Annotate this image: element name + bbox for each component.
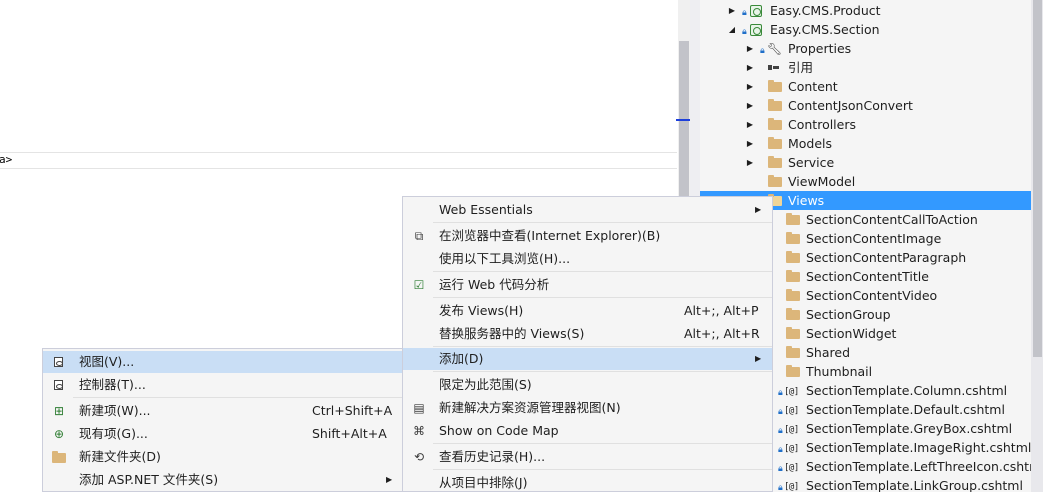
references-icon — [768, 65, 779, 70]
menu-item-view-history[interactable]: ⟲ 查看历史记录(H)... — [403, 446, 772, 468]
code-map-icon: ⌘ — [413, 424, 425, 438]
expand-arrow-icon[interactable]: ▶ — [745, 153, 755, 172]
browser-icon: ⧉ — [414, 229, 424, 243]
menu-item-add[interactable]: 添加(D) ▶ — [403, 348, 772, 370]
folder-icon — [768, 175, 782, 187]
history-icon: ⟲ — [413, 450, 425, 464]
menu-item-exclude-from-project[interactable]: 从项目中排除(J) — [403, 472, 772, 491]
tree-item-folder[interactable]: ▶ Models — [700, 134, 1031, 153]
new-item-icon: ⊞ — [53, 404, 65, 418]
tree-item-project[interactable]: ▶ 🔒︎ Easy.CMS.Product — [700, 1, 1031, 20]
folder-icon — [768, 99, 782, 111]
menu-separator — [433, 222, 772, 223]
menu-item-run-code-analysis[interactable]: ☑ 运行 Web 代码分析 — [403, 274, 772, 296]
folder-icon — [786, 251, 800, 263]
folder-icon — [768, 80, 782, 92]
tree-item-folder[interactable]: ▶ Content — [700, 77, 1031, 96]
collapse-arrow-icon[interactable]: ◢ — [727, 20, 737, 39]
folder-icon — [786, 346, 800, 358]
menu-separator — [433, 371, 772, 372]
folder-icon — [768, 137, 782, 149]
folder-icon — [786, 232, 800, 244]
menu-item-web-essentials[interactable]: Web Essentials ▶ — [403, 199, 772, 221]
folder-icon — [786, 289, 800, 301]
wrench-icon: 🔧︎ — [767, 42, 783, 56]
menu-item-replace-views[interactable]: 替换服务器中的 Views(S) Alt+;, Alt+R — [403, 323, 772, 345]
submenu-item-view[interactable]: 视图(V)... — [43, 351, 402, 373]
expand-arrow-icon[interactable]: ▶ — [745, 115, 755, 134]
expand-arrow-icon[interactable]: ▶ — [745, 134, 755, 153]
menu-item-show-on-code-map[interactable]: ⌘ Show on Code Map — [403, 420, 772, 442]
tree-scrollbar-thumb[interactable] — [1033, 0, 1042, 357]
submenu-item-controller[interactable]: 控制器(T)... — [43, 374, 402, 396]
new-explorer-view-icon: ▤ — [413, 401, 425, 415]
expand-arrow-icon[interactable]: ▶ — [745, 58, 755, 77]
folder-icon — [786, 365, 800, 377]
menu-separator — [433, 469, 772, 470]
folder-icon — [768, 156, 782, 168]
submenu-item-new-folder[interactable]: 新建文件夹(D) — [43, 446, 402, 468]
tree-item-folder[interactable]: ▶ Service — [700, 153, 1031, 172]
cshtml-file-icon: [@] — [784, 482, 799, 492]
menu-item-view-in-browser[interactable]: ⧉ 在浏览器中查看(Internet Explorer)(B) — [403, 225, 772, 247]
tree-item-project[interactable]: ◢ 🔒︎ Easy.CMS.Section — [700, 20, 1031, 39]
menu-item-scope-to-this[interactable]: 限定为此范围(S) — [403, 374, 772, 396]
expand-arrow-icon[interactable]: ▶ — [745, 77, 755, 96]
menu-separator — [433, 346, 772, 347]
view-icon — [54, 357, 63, 367]
menu-separator — [433, 271, 772, 272]
submenu-item-new-item[interactable]: ⊞ 新建项(W)... Ctrl+Shift+A — [43, 400, 402, 422]
code-analysis-icon: ☑ — [413, 278, 425, 292]
context-menu: Web Essentials ▶ ⧉ 在浏览器中查看(Internet Expl… — [402, 196, 773, 492]
submenu-arrow-icon: ▶ — [386, 475, 393, 484]
tree-item-folder[interactable]: ViewModel — [700, 172, 1031, 191]
expand-arrow-icon[interactable]: ▶ — [727, 1, 737, 20]
editor-line-text: a> — [0, 153, 13, 166]
web-project-icon — [750, 5, 762, 17]
controller-icon — [54, 380, 63, 390]
submenu-item-add-aspnet-folder[interactable]: 添加 ASP.NET 文件夹(S) ▶ — [43, 469, 402, 491]
editor-current-line — [0, 152, 677, 169]
expand-arrow-icon[interactable]: ▶ — [745, 96, 755, 115]
folder-icon — [786, 213, 800, 225]
expand-arrow-icon[interactable]: ▶ — [745, 39, 755, 58]
submenu-arrow-icon: ▶ — [755, 354, 762, 363]
menu-item-publish-views[interactable]: 发布 Views(H) Alt+;, Alt+P — [403, 300, 772, 322]
folder-icon — [786, 327, 800, 339]
submenu-item-existing-item[interactable]: ⊕ 现有项(G)... Shift+Alt+A — [43, 423, 402, 445]
menu-separator — [433, 443, 772, 444]
menu-separator — [433, 297, 772, 298]
tree-item-properties[interactable]: ▶ 🔒︎ 🔧︎ Properties — [700, 39, 1031, 58]
new-folder-icon — [52, 451, 66, 463]
tree-item-references[interactable]: ▶ 引用 — [700, 58, 1031, 77]
tree-item-folder[interactable]: ▶ ContentJsonConvert — [700, 96, 1031, 115]
folder-icon — [786, 270, 800, 282]
tree-item-folder[interactable]: ▶ Controllers — [700, 115, 1031, 134]
submenu-arrow-icon: ▶ — [755, 205, 762, 214]
folder-icon — [768, 118, 782, 130]
existing-item-icon: ⊕ — [53, 427, 65, 441]
folder-icon — [786, 308, 800, 320]
add-submenu: 视图(V)... 控制器(T)... ⊞ 新建项(W)... Ctrl+Shif… — [42, 348, 403, 492]
menu-item-browse-with[interactable]: 使用以下工具浏览(H)... — [403, 248, 772, 270]
menu-separator — [73, 397, 402, 398]
web-project-icon — [750, 24, 762, 36]
lock-icon: 🔒︎ — [778, 483, 783, 492]
menu-item-new-explorer-view[interactable]: ▤ 新建解决方案资源管理器视图(N) — [403, 397, 772, 419]
